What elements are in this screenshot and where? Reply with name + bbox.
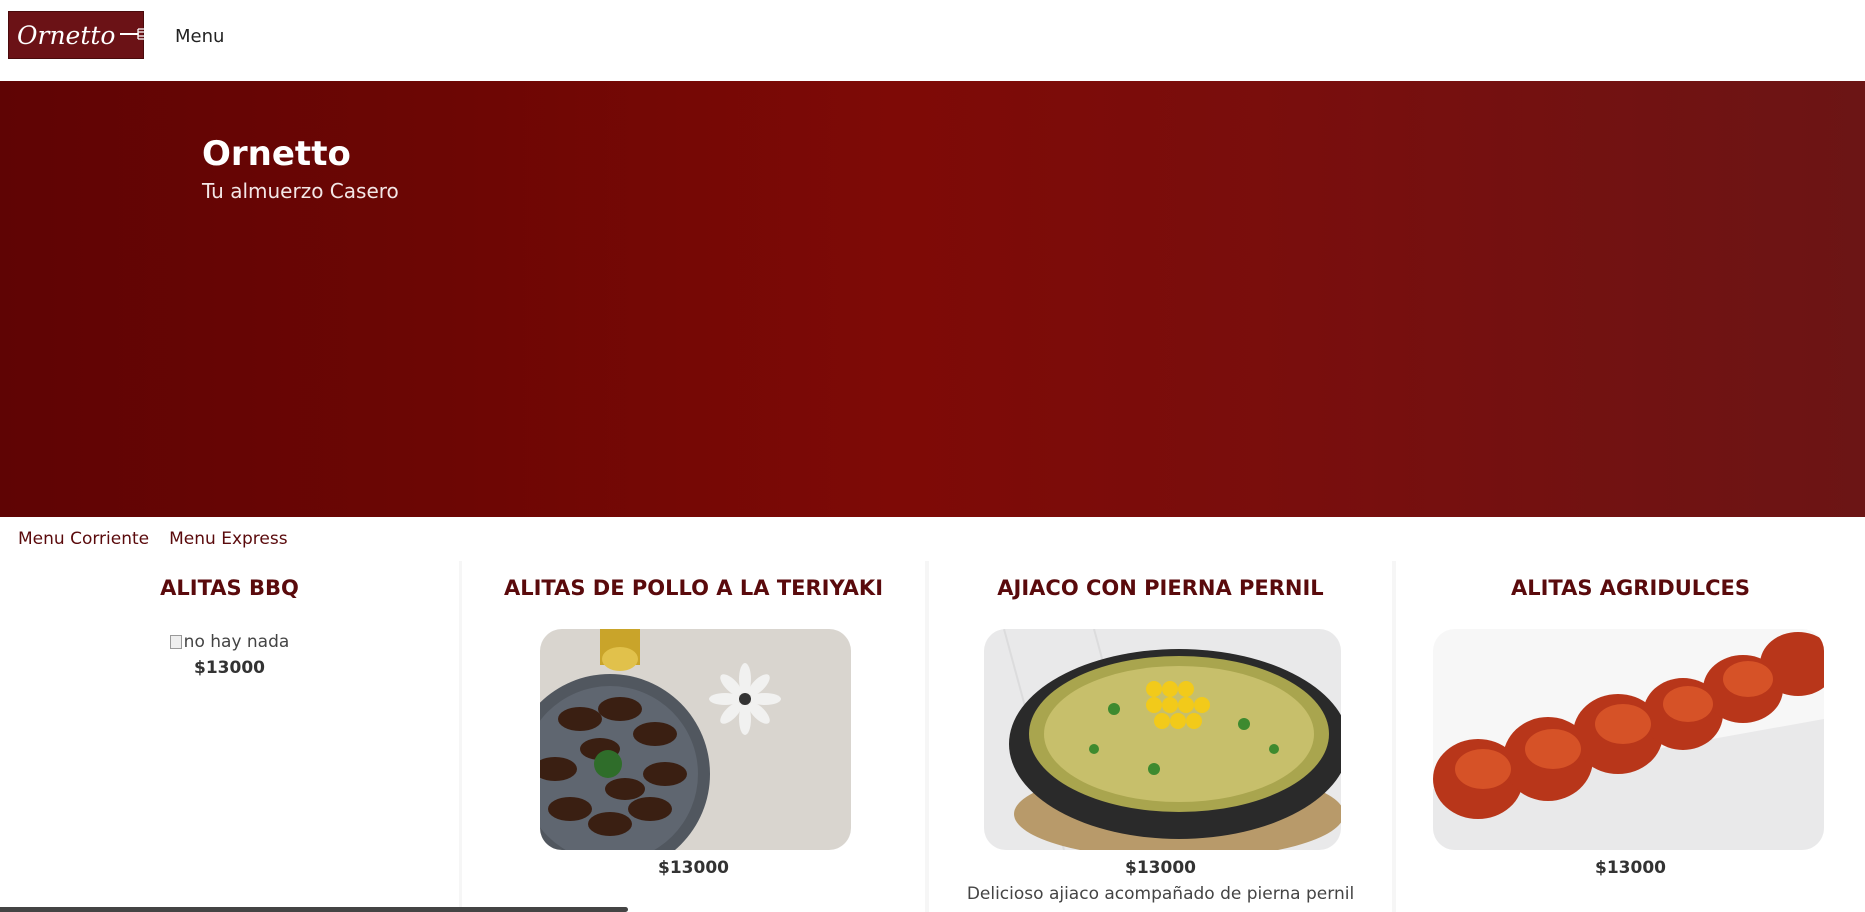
- fork-icon: [118, 26, 150, 45]
- dish-card[interactable]: ALITAS BBQ no hay nada $13000: [0, 561, 459, 912]
- dish-title: ALITAS AGRIDULCES: [1510, 576, 1751, 600]
- brand-logo[interactable]: Ornetto: [8, 11, 149, 59]
- dish-image-sweet-sour-wings: [1433, 629, 1824, 850]
- dish-price: $13000: [1125, 858, 1196, 878]
- dish-cards: ALITAS BBQ no hay nada $13000 ALITAS DE …: [0, 561, 1865, 912]
- dish-title: ALITAS DE POLLO A LA TERIYAKI: [503, 576, 884, 600]
- dish-title: ALITAS BBQ: [160, 576, 299, 600]
- dish-title: AJIACO CON PIERNA PERNIL: [997, 576, 1324, 600]
- dish-card[interactable]: ALITAS AGRIDULCES $13000: [1396, 561, 1865, 912]
- nav-menu-link[interactable]: Menu: [175, 26, 224, 47]
- broken-image: no hay nada: [0, 632, 459, 652]
- dish-price: $13000: [658, 858, 729, 878]
- menu-tabs: Menu Corriente Menu Express: [0, 517, 1865, 561]
- dish-image-ajiaco: [984, 629, 1341, 850]
- hero-subtitle: Tu almuerzo Casero: [202, 179, 399, 203]
- tab-menu-corriente[interactable]: Menu Corriente: [18, 529, 149, 549]
- dish-card[interactable]: ALITAS DE POLLO A LA TERIYAKI $13000: [462, 561, 925, 912]
- dish-price: $13000: [194, 658, 265, 678]
- hero-banner: Ornetto Tu almuerzo Casero: [0, 81, 1865, 517]
- dish-card[interactable]: AJIACO CON PIERNA PERNIL $13000 Delicios…: [929, 561, 1392, 912]
- broken-image-icon: [169, 635, 182, 649]
- top-navbar: Ornetto Menu: [0, 0, 1865, 81]
- hero-title: Ornetto: [202, 134, 351, 174]
- horizontal-scrollbar[interactable]: [0, 907, 628, 912]
- tab-menu-express[interactable]: Menu Express: [169, 529, 287, 549]
- image-alt-text: no hay nada: [183, 632, 290, 652]
- dish-description: Delicioso ajiaco acompañado de pierna pe…: [966, 884, 1355, 904]
- dish-image-teriyaki-wings: [540, 629, 851, 850]
- dish-price: $13000: [1595, 858, 1666, 878]
- logo-text: Ornetto: [17, 20, 116, 50]
